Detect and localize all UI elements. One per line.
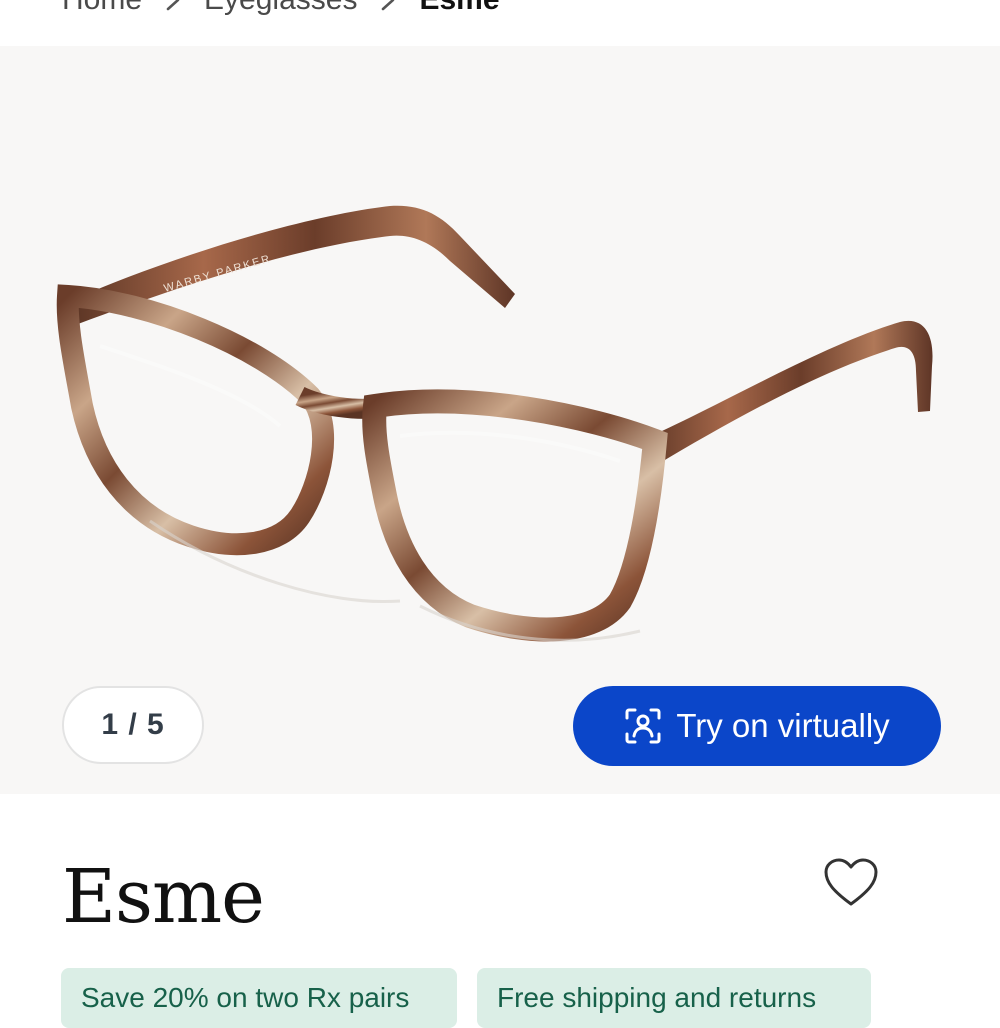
breadcrumb-current: Esme: [419, 0, 499, 17]
product-image: WARBY PARKER: [56, 205, 933, 642]
chevron-right-icon: [379, 0, 397, 11]
chevron-right-icon: [164, 0, 182, 11]
promo-chip-free-shipping[interactable]: Free shipping and returns: [477, 968, 871, 1028]
face-scan-icon: [624, 707, 662, 745]
product-gallery[interactable]: WARBY PARKER: [0, 46, 1000, 794]
breadcrumb: Home Eyeglasses Esme: [62, 0, 500, 20]
breadcrumb-home[interactable]: Home: [62, 0, 142, 17]
promo-chip-rx-discount[interactable]: Save 20% on two Rx pairs: [61, 968, 457, 1028]
try-on-virtually-button[interactable]: Try on virtually: [573, 686, 941, 766]
breadcrumb-eyeglasses[interactable]: Eyeglasses: [204, 0, 357, 17]
promo-row: Save 20% on two Rx pairs Free shipping a…: [61, 968, 871, 1028]
product-title: Esme: [62, 854, 265, 940]
heart-outline-icon: [823, 857, 879, 914]
try-on-label: Try on virtually: [676, 707, 890, 744]
favorite-button[interactable]: [822, 856, 880, 914]
image-counter: 1 / 5: [62, 686, 204, 764]
